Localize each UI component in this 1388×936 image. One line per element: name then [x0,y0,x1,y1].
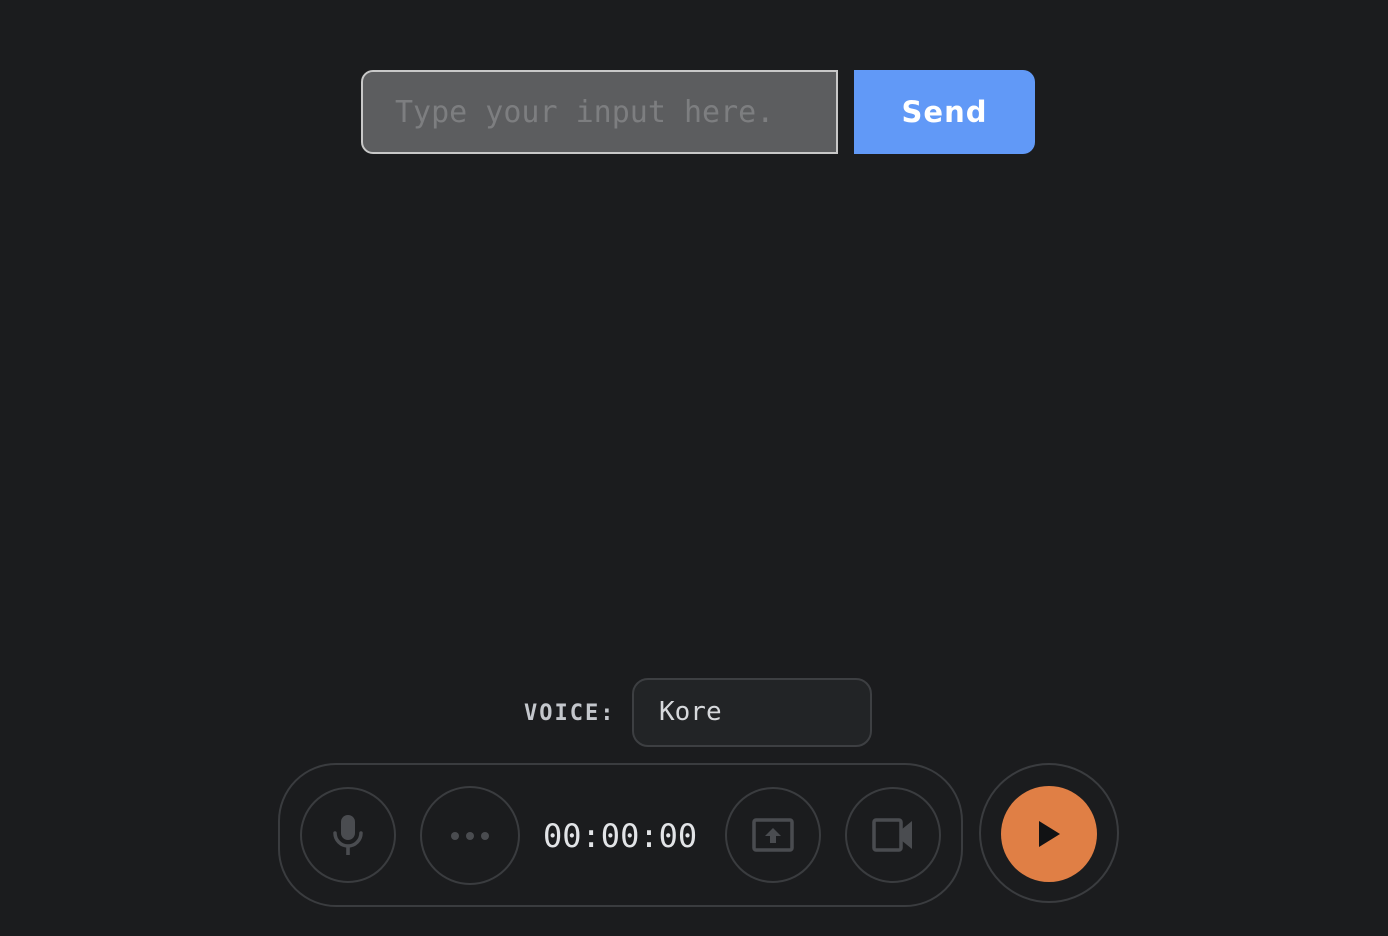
mic-icon [331,814,365,856]
app-root: Send VOICE: Kore 00:00:00 [0,0,1388,936]
voice-label: VOICE: [524,701,616,726]
screen-share-button[interactable] [725,787,821,883]
mic-button[interactable] [300,787,396,883]
video-camera-icon [872,818,914,852]
session-timer: 00:00:00 [543,817,698,855]
more-options-button[interactable] [420,786,520,885]
send-button[interactable]: Send [854,70,1035,154]
more-dots-icon [450,831,490,841]
voice-select[interactable]: Kore [632,678,872,747]
play-button[interactable] [1001,786,1097,882]
play-icon [1036,819,1062,849]
screen-share-icon [752,818,794,852]
message-input[interactable] [361,70,838,154]
video-camera-button[interactable] [845,787,941,883]
